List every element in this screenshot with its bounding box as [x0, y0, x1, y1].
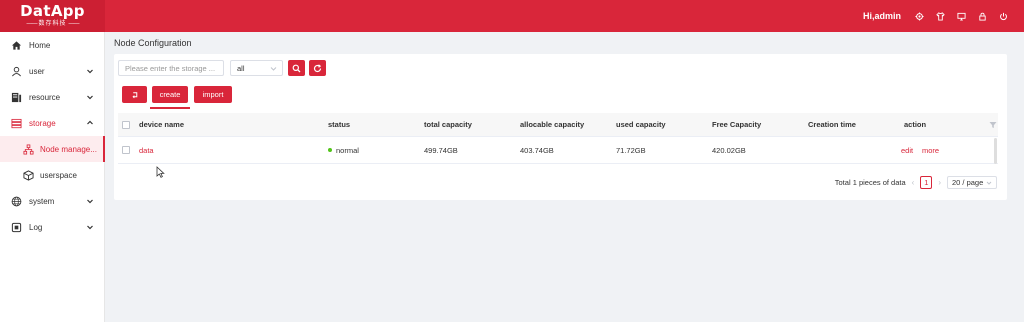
- sidebar-item-node-management[interactable]: Node manage...: [0, 136, 105, 162]
- page-number[interactable]: 1: [920, 175, 933, 189]
- sidebar: Home user resource storage Node manage..…: [0, 32, 105, 322]
- column-header: Free Capacity: [712, 120, 762, 129]
- allocable-capacity-cell: 403.74GB: [520, 145, 554, 155]
- sidebar-item-log[interactable]: Log: [0, 214, 104, 240]
- chevron-down-icon: [86, 197, 94, 205]
- status-dot: [328, 148, 332, 152]
- user-greeting[interactable]: Hi,admin: [863, 11, 901, 21]
- sidebar-item-user[interactable]: user: [0, 58, 104, 84]
- column-header: status: [328, 120, 351, 129]
- search-icon: [292, 64, 301, 73]
- sidebar-item-label: resource: [29, 92, 61, 102]
- column-header: action: [904, 120, 927, 129]
- next-page-icon[interactable]: ›: [938, 178, 941, 187]
- sidebar-item-system[interactable]: system: [0, 188, 104, 214]
- header-toolbar: Hi,admin: [863, 0, 1008, 32]
- table-scrollbar[interactable]: [994, 138, 997, 164]
- column-header: allocable capacity: [520, 120, 585, 129]
- column-filter-icon[interactable]: [989, 121, 998, 130]
- box-icon: [22, 169, 34, 181]
- column-header: device name: [139, 120, 185, 129]
- sidebar-item-label: Node manage...: [40, 144, 97, 154]
- create-button-underline: [150, 107, 190, 109]
- back-button[interactable]: [122, 86, 147, 103]
- shirt-icon[interactable]: [935, 11, 945, 21]
- prev-page-icon[interactable]: ‹: [912, 178, 915, 187]
- status-text: normal: [336, 145, 359, 155]
- gear-icon[interactable]: [914, 11, 924, 21]
- more-link[interactable]: more: [922, 137, 939, 163]
- table-header: device name status total capacity alloca…: [118, 113, 998, 137]
- logo[interactable]: DatApp 数存科技: [0, 0, 105, 32]
- sidebar-item-label: Home: [29, 40, 51, 50]
- chevron-down-icon: [86, 223, 94, 231]
- sidebar-item-storage[interactable]: storage: [0, 110, 104, 136]
- refresh-icon: [313, 63, 322, 73]
- chevron-down-icon: [986, 180, 992, 186]
- page-size-value: 20 / page: [952, 177, 984, 187]
- power-icon[interactable]: [998, 11, 1008, 21]
- chevron-down-icon: [86, 67, 94, 75]
- total-capacity-cell: 499.74GB: [424, 145, 458, 155]
- page-size-select[interactable]: 20 / page: [947, 175, 997, 189]
- sidebar-item-label: userspace: [40, 170, 77, 180]
- return-icon: [131, 91, 139, 99]
- status-select[interactable]: all: [230, 60, 283, 76]
- row-checkbox[interactable]: [122, 137, 130, 163]
- pagination: Total 1 pieces of data ‹ 1 › 20 / page: [835, 175, 997, 189]
- column-header: total capacity: [424, 120, 472, 129]
- sidebar-item-home[interactable]: Home: [0, 32, 104, 58]
- lock-icon[interactable]: [977, 11, 987, 21]
- select-all-checkbox[interactable]: [122, 113, 130, 136]
- chevron-down-icon: [270, 65, 277, 72]
- used-capacity-cell: 71.72GB: [616, 145, 646, 155]
- globe-icon: [10, 195, 22, 207]
- home-icon: [10, 39, 22, 51]
- pagination-total: Total 1 pieces of data: [834, 177, 906, 187]
- sidebar-item-label: system: [29, 196, 55, 206]
- storage-icon: [10, 117, 22, 129]
- sidebar-item-resource[interactable]: resource: [0, 84, 104, 110]
- node-table: device name status total capacity alloca…: [118, 113, 998, 164]
- sidebar-item-label: Log: [29, 222, 43, 232]
- sidebar-item-label: storage: [29, 118, 56, 128]
- sidebar-item-userspace[interactable]: userspace: [0, 162, 104, 188]
- select-value: all: [237, 63, 245, 73]
- search-button[interactable]: [288, 60, 305, 76]
- page-title: Node Configuration: [114, 38, 192, 48]
- user-icon: [10, 65, 22, 77]
- column-header: used capacity: [616, 120, 666, 129]
- edit-link[interactable]: edit: [901, 137, 913, 163]
- content-panel: Please enter the storage ... all create …: [114, 54, 1007, 200]
- chevron-down-icon: [86, 93, 94, 101]
- create-button[interactable]: create: [152, 86, 188, 103]
- logo-subtitle: 数存科技: [24, 20, 80, 28]
- monitor-icon[interactable]: [956, 11, 966, 21]
- server-icon: [10, 91, 22, 103]
- free-capacity-cell: 420.02GB: [712, 145, 746, 155]
- search-input[interactable]: Please enter the storage ...: [118, 60, 224, 76]
- top-header: DatApp 数存科技 Hi,admin: [0, 0, 1024, 32]
- column-header: Creation time: [808, 120, 856, 129]
- log-icon: [10, 221, 22, 233]
- logo-text: DatApp: [20, 2, 85, 20]
- sidebar-item-label: user: [29, 66, 45, 76]
- mouse-cursor-icon: [156, 166, 165, 178]
- device-name-link[interactable]: data: [139, 137, 154, 163]
- nodes-icon: [22, 143, 34, 155]
- table-row: data normal 499.74GB 403.74GB 71.72GB 42…: [118, 137, 998, 164]
- chevron-up-icon: [86, 119, 94, 127]
- refresh-button[interactable]: [309, 60, 326, 76]
- import-button[interactable]: import: [194, 86, 232, 103]
- status-cell: normal: [328, 137, 359, 163]
